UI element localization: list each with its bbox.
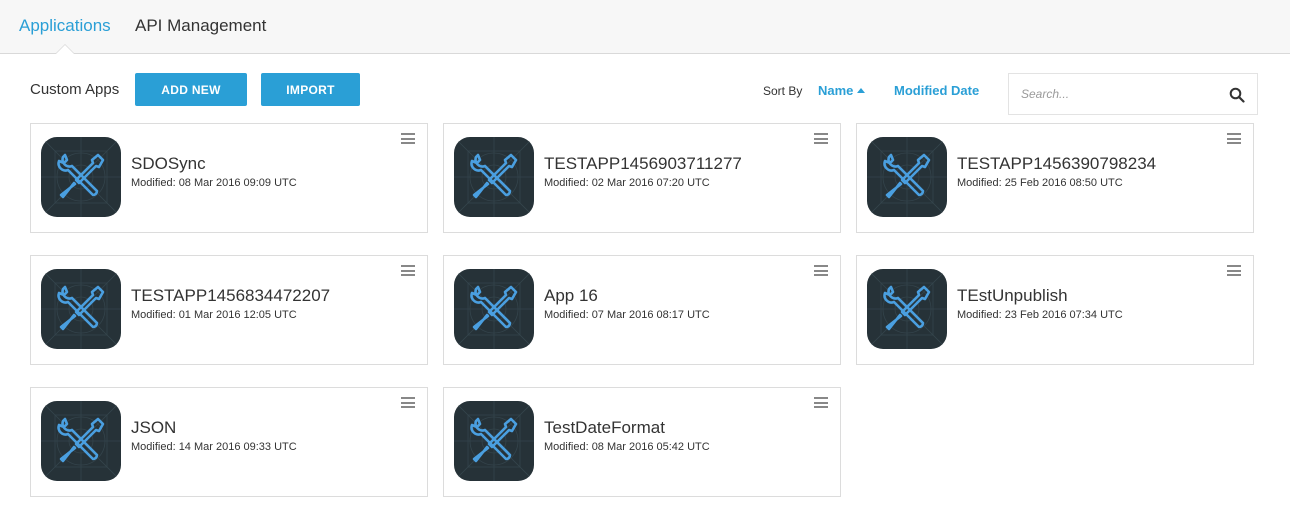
- hamburger-menu-icon[interactable]: [401, 133, 415, 144]
- section-title: Custom Apps: [30, 81, 120, 98]
- tab-applications[interactable]: Applications: [19, 16, 111, 36]
- active-tab-indicator: [55, 44, 75, 54]
- app-modified-date: Modified: 01 Mar 2016 12:05 UTC: [131, 309, 297, 321]
- hamburger-menu-icon[interactable]: [1227, 265, 1241, 276]
- wrench-screwdriver-icon: [454, 137, 534, 217]
- hamburger-menu-icon[interactable]: [814, 265, 828, 276]
- app-card[interactable]: JSON Modified: 14 Mar 2016 09:33 UTC: [30, 387, 428, 497]
- wrench-screwdriver-icon: [867, 269, 947, 349]
- app-card[interactable]: TestDateFormat Modified: 08 Mar 2016 05:…: [443, 387, 841, 497]
- app-card[interactable]: TEstUnpublish Modified: 23 Feb 2016 07:3…: [856, 255, 1254, 365]
- app-modified-date: Modified: 25 Feb 2016 08:50 UTC: [957, 177, 1123, 189]
- sort-by-modified-date-link[interactable]: Modified Date: [894, 83, 979, 98]
- search-box: [1008, 73, 1258, 115]
- wrench-screwdriver-icon: [454, 401, 534, 481]
- app-name: JSON: [131, 418, 177, 437]
- wrench-screwdriver-icon: [454, 269, 534, 349]
- app-card[interactable]: SDOSync Modified: 08 Mar 2016 09:09 UTC: [30, 123, 428, 233]
- app-modified-date: Modified: 02 Mar 2016 07:20 UTC: [544, 177, 710, 189]
- tab-api-management[interactable]: API Management: [135, 16, 266, 36]
- app-name: TEstUnpublish: [957, 286, 1068, 305]
- wrench-screwdriver-icon: [41, 401, 121, 481]
- app-card[interactable]: TESTAPP1456834472207 Modified: 01 Mar 20…: [30, 255, 428, 365]
- hamburger-menu-icon[interactable]: [814, 397, 828, 408]
- wrench-screwdriver-icon: [41, 269, 121, 349]
- app-modified-date: Modified: 08 Mar 2016 09:09 UTC: [131, 177, 297, 189]
- app-modified-date: Modified: 23 Feb 2016 07:34 UTC: [957, 309, 1123, 321]
- app-modified-date: Modified: 07 Mar 2016 08:17 UTC: [544, 309, 710, 321]
- hamburger-menu-icon[interactable]: [401, 397, 415, 408]
- app-name: SDOSync: [131, 154, 206, 173]
- tab-bar: Applications API Management: [0, 0, 1290, 54]
- app-card[interactable]: TESTAPP1456390798234 Modified: 25 Feb 20…: [856, 123, 1254, 233]
- caret-up-icon: [857, 88, 866, 93]
- app-modified-date: Modified: 14 Mar 2016 09:33 UTC: [131, 441, 297, 453]
- app-name: TestDateFormat: [544, 418, 665, 437]
- add-new-button[interactable]: ADD NEW: [135, 73, 247, 106]
- sort-by-name-link[interactable]: Name: [818, 83, 866, 98]
- hamburger-menu-icon[interactable]: [401, 265, 415, 276]
- app-modified-date: Modified: 08 Mar 2016 05:42 UTC: [544, 441, 710, 453]
- hamburger-menu-icon[interactable]: [814, 133, 828, 144]
- search-input[interactable]: [1009, 74, 1219, 114]
- app-name: App 16: [544, 286, 598, 305]
- sort-by-label: Sort By: [763, 84, 803, 98]
- app-name: TESTAPP1456390798234: [957, 154, 1157, 173]
- app-card[interactable]: TESTAPP1456903711277 Modified: 02 Mar 20…: [443, 123, 841, 233]
- hamburger-menu-icon[interactable]: [1227, 133, 1241, 144]
- sort-name-label: Name: [818, 83, 854, 98]
- wrench-screwdriver-icon: [41, 137, 121, 217]
- app-name: TESTAPP1456903711277: [544, 154, 742, 173]
- search-icon[interactable]: [1229, 87, 1245, 103]
- app-card[interactable]: App 16 Modified: 07 Mar 2016 08:17 UTC: [443, 255, 841, 365]
- wrench-screwdriver-icon: [867, 137, 947, 217]
- import-button[interactable]: IMPORT: [261, 73, 360, 106]
- app-name: TESTAPP1456834472207: [131, 286, 331, 305]
